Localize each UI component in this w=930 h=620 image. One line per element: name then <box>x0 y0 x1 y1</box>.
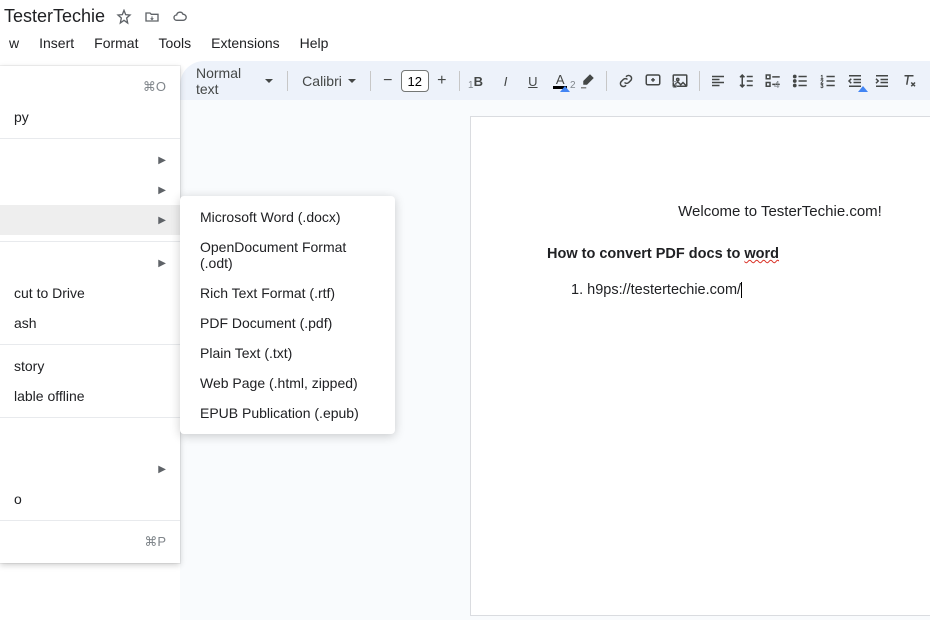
font-family-label: Calibri <box>302 73 342 89</box>
file-menu-page-setup[interactable]: o <box>0 484 180 514</box>
file-menu-email[interactable]: ▶ <box>0 175 180 205</box>
download-odt[interactable]: OpenDocument Format (.odt) <box>180 232 395 278</box>
file-menu-rename[interactable]: ▶ <box>0 248 180 278</box>
font-size-input[interactable] <box>401 70 429 92</box>
paragraph-style-label: Normal text <box>196 65 259 97</box>
horizontal-ruler[interactable]: 1 2 3 4 <box>444 80 930 100</box>
menu-tools[interactable]: Tools <box>149 31 200 55</box>
submenu-arrow-icon: ▶ <box>158 155 166 166</box>
text-cursor <box>741 282 742 298</box>
file-menu-available-offline[interactable]: lable offline <box>0 381 180 411</box>
download-html[interactable]: Web Page (.html, zipped) <box>180 368 395 398</box>
file-menu-share[interactable]: ▶ <box>0 145 180 175</box>
download-docx[interactable]: Microsoft Word (.docx) <box>180 202 395 232</box>
submenu-arrow-icon: ▶ <box>158 185 166 196</box>
paragraph-style-select[interactable]: Normal text <box>188 67 281 95</box>
file-menu-dropdown: ⌘O py ▶ ▶ ▶ ▶ cut to Drive ash story lab… <box>0 66 180 563</box>
file-menu-details[interactable] <box>0 424 180 454</box>
download-pdf[interactable]: PDF Document (.pdf) <box>180 308 395 338</box>
menu-view[interactable]: w <box>0 31 28 55</box>
file-menu-make-copy[interactable]: py <box>0 102 180 132</box>
menu-separator <box>0 520 180 521</box>
document-title[interactable]: TesterTechie <box>0 6 105 27</box>
menu-format[interactable]: Format <box>85 31 147 55</box>
file-menu-open[interactable]: ⌘O <box>0 72 180 102</box>
menubar: w Insert Format Tools Extensions Help <box>0 29 930 61</box>
file-menu-print[interactable]: ⌘P <box>0 527 180 557</box>
download-rtf[interactable]: Rich Text Format (.rtf) <box>180 278 395 308</box>
shortcut-label: ⌘P <box>144 534 166 550</box>
file-menu-language[interactable]: ▶ <box>0 454 180 484</box>
list-item[interactable]: h9ps://testertechie.com/ <box>571 282 930 298</box>
menu-separator <box>0 417 180 418</box>
font-family-select[interactable]: Calibri <box>294 67 364 95</box>
download-epub[interactable]: EPUB Publication (.epub) <box>180 398 395 428</box>
file-menu-version-history[interactable]: story <box>0 351 180 381</box>
submenu-arrow-icon: ▶ <box>158 215 166 226</box>
menu-separator <box>0 344 180 345</box>
star-icon[interactable] <box>115 8 133 26</box>
menu-separator <box>0 241 180 242</box>
font-size-decrease-button[interactable]: − <box>377 69 399 93</box>
menu-insert[interactable]: Insert <box>30 31 83 55</box>
font-size-control: − + <box>377 69 453 93</box>
document-page[interactable]: Welcome to TesterTechie.com! How to conv… <box>470 116 930 616</box>
cloud-status-icon[interactable] <box>171 8 189 26</box>
shortcut-label: ⌘O <box>143 79 166 95</box>
menu-extensions[interactable]: Extensions <box>202 31 288 55</box>
toolbar-separator <box>370 71 371 91</box>
document-numbered-list[interactable]: h9ps://testertechie.com/ <box>547 282 930 298</box>
document-heading[interactable]: Welcome to TesterTechie.com! <box>547 203 930 220</box>
download-submenu: Microsoft Word (.docx) OpenDocument Form… <box>180 196 395 434</box>
menu-help[interactable]: Help <box>291 31 338 55</box>
chevron-down-icon <box>265 79 273 83</box>
menu-separator <box>0 138 180 139</box>
move-folder-icon[interactable] <box>143 8 161 26</box>
titlebar: TesterTechie <box>0 0 930 29</box>
file-menu-move-trash[interactable]: ash <box>0 308 180 338</box>
file-menu-add-shortcut[interactable]: cut to Drive <box>0 278 180 308</box>
submenu-arrow-icon: ▶ <box>158 258 166 269</box>
download-txt[interactable]: Plain Text (.txt) <box>180 338 395 368</box>
right-indent-marker-icon[interactable] <box>858 86 868 96</box>
file-menu-download[interactable]: ▶ <box>0 205 180 235</box>
document-subheading[interactable]: How to convert PDF docs to word <box>547 246 930 262</box>
spellcheck-underline: word <box>744 246 779 262</box>
submenu-arrow-icon: ▶ <box>158 464 166 475</box>
indent-marker-icon[interactable] <box>560 86 570 96</box>
toolbar-separator <box>287 71 288 91</box>
chevron-down-icon <box>348 79 356 83</box>
